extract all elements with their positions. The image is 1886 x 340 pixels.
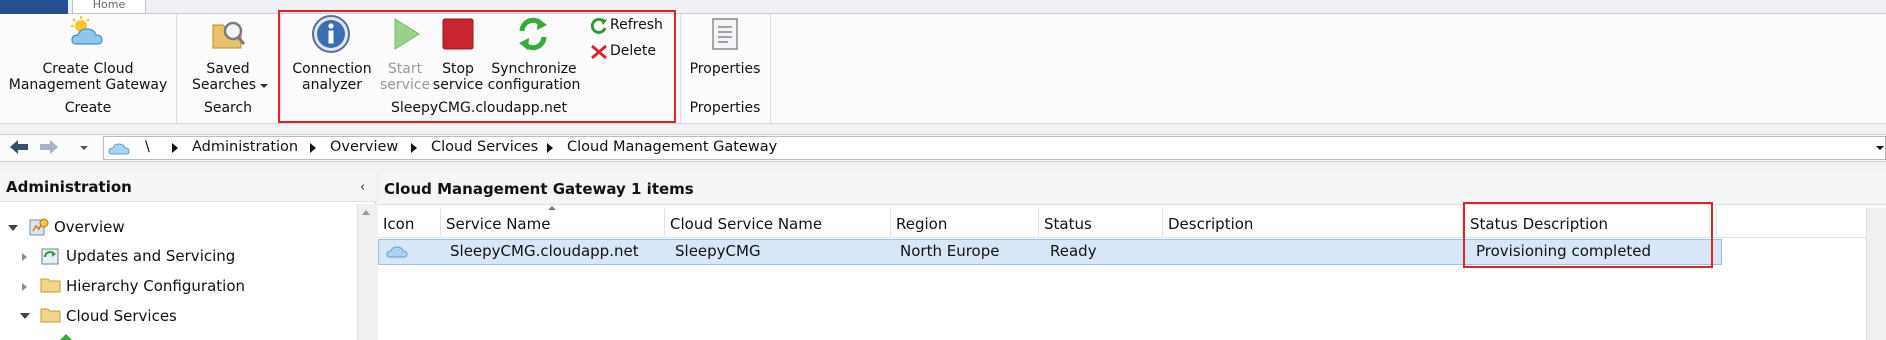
navigation-pane-title: Administration	[6, 178, 132, 196]
column-divider	[440, 208, 441, 238]
results-title: Cloud Management Gateway 1 items	[384, 180, 694, 198]
overview-icon	[29, 218, 49, 236]
create-cmg-button[interactable]: Create Cloud Management Gateway	[8, 14, 168, 98]
forward-arrow-icon[interactable]	[38, 138, 60, 156]
results-scrollbar[interactable]	[1866, 208, 1886, 340]
cell-status: Ready	[1050, 242, 1097, 260]
cloud-sun-icon	[71, 16, 103, 45]
saved-searches-button[interactable]: Saved Searches	[182, 14, 274, 98]
column-header-cloud-service-name[interactable]: Cloud Service Name	[670, 215, 822, 233]
group-label-create: Create	[64, 100, 112, 116]
tree-item-hierarchy-configuration[interactable]: Hierarchy Configuration	[66, 277, 245, 295]
column-header-icon[interactable]: Icon	[383, 215, 414, 233]
properties-icon	[712, 18, 738, 50]
column-divider	[664, 208, 665, 238]
column-header-description[interactable]: Description	[1168, 215, 1253, 233]
properties-button[interactable]: Properties	[684, 14, 766, 98]
ribbon: Create Cloud Management Gateway Create S…	[0, 10, 1886, 124]
sort-indicator-icon	[548, 206, 556, 210]
breadcrumb-separator-icon[interactable]	[310, 143, 316, 153]
breadcrumb-item-overview[interactable]: Overview	[330, 139, 398, 155]
dropdown-arrow-icon	[260, 84, 268, 88]
column-divider	[1162, 208, 1163, 238]
tree-expander-icon[interactable]	[20, 313, 30, 319]
group-label-search: Search	[203, 100, 253, 116]
ribbon-separator	[176, 14, 177, 124]
annotation-highlight-status	[1463, 202, 1713, 268]
annotation-highlight-ribbon	[278, 10, 676, 123]
breadcrumb-separator-icon[interactable]	[411, 143, 417, 153]
tree-item-updates-and-servicing[interactable]: Updates and Servicing	[66, 247, 235, 265]
tree-item-overview[interactable]: Overview	[54, 218, 125, 236]
saved-searches-label-2: Searches	[191, 77, 256, 93]
column-header-service-name[interactable]: Service Name	[446, 215, 550, 233]
collapse-pane-icon[interactable]: ‹	[360, 180, 365, 195]
cloud-icon	[108, 143, 130, 155]
address-dropdown-icon[interactable]	[1876, 146, 1884, 150]
folder-icon	[40, 278, 61, 293]
breadcrumb-separator-icon[interactable]	[172, 143, 178, 153]
tree-expander-icon[interactable]	[8, 225, 18, 231]
breadcrumb-root[interactable]: \	[145, 139, 150, 155]
column-header-status[interactable]: Status	[1044, 215, 1092, 233]
saved-searches-label-1: Saved	[206, 61, 250, 77]
column-divider	[890, 208, 891, 238]
breadcrumb-item-cloud-management-gateway[interactable]: Cloud Management Gateway	[567, 139, 777, 155]
back-arrow-icon[interactable]	[8, 138, 30, 156]
tree-item-cloud-services[interactable]: Cloud Services	[66, 307, 177, 325]
tab-home[interactable]: Home	[72, 0, 146, 14]
properties-label: Properties	[689, 61, 761, 77]
scroll-up-icon[interactable]	[362, 210, 370, 215]
breadcrumb-item-administration[interactable]: Administration	[192, 139, 298, 155]
breadcrumb-item-cloud-services[interactable]: Cloud Services	[431, 139, 538, 155]
create-cmg-label-1: Create Cloud	[42, 61, 134, 77]
column-divider	[1038, 208, 1039, 238]
tree-expander-icon[interactable]	[22, 253, 27, 261]
navigation-pane-scrollbar[interactable]	[357, 204, 376, 340]
ribbon-separator	[770, 14, 771, 124]
tree-expander-icon[interactable]	[22, 283, 27, 291]
file-tab[interactable]	[0, 0, 68, 14]
group-label-properties: Properties	[689, 100, 761, 116]
folder-icon	[40, 308, 61, 323]
column-header-region[interactable]: Region	[896, 215, 947, 233]
updates-icon	[41, 248, 59, 265]
history-dropdown-icon[interactable]	[80, 146, 88, 150]
cell-cloud-service-name: SleepyCMG	[675, 242, 761, 260]
cloud-icon	[386, 246, 408, 258]
saved-search-folder-icon	[212, 21, 246, 49]
cell-service-name: SleepyCMG.cloudapp.net	[450, 242, 639, 260]
breadcrumb-separator-icon[interactable]	[547, 143, 553, 153]
column-divider	[1716, 208, 1717, 238]
ribbon-separator	[680, 14, 681, 124]
create-cmg-label-2: Management Gateway	[8, 77, 168, 93]
cell-region: North Europe	[900, 242, 1000, 260]
child-node-icon	[60, 334, 72, 340]
